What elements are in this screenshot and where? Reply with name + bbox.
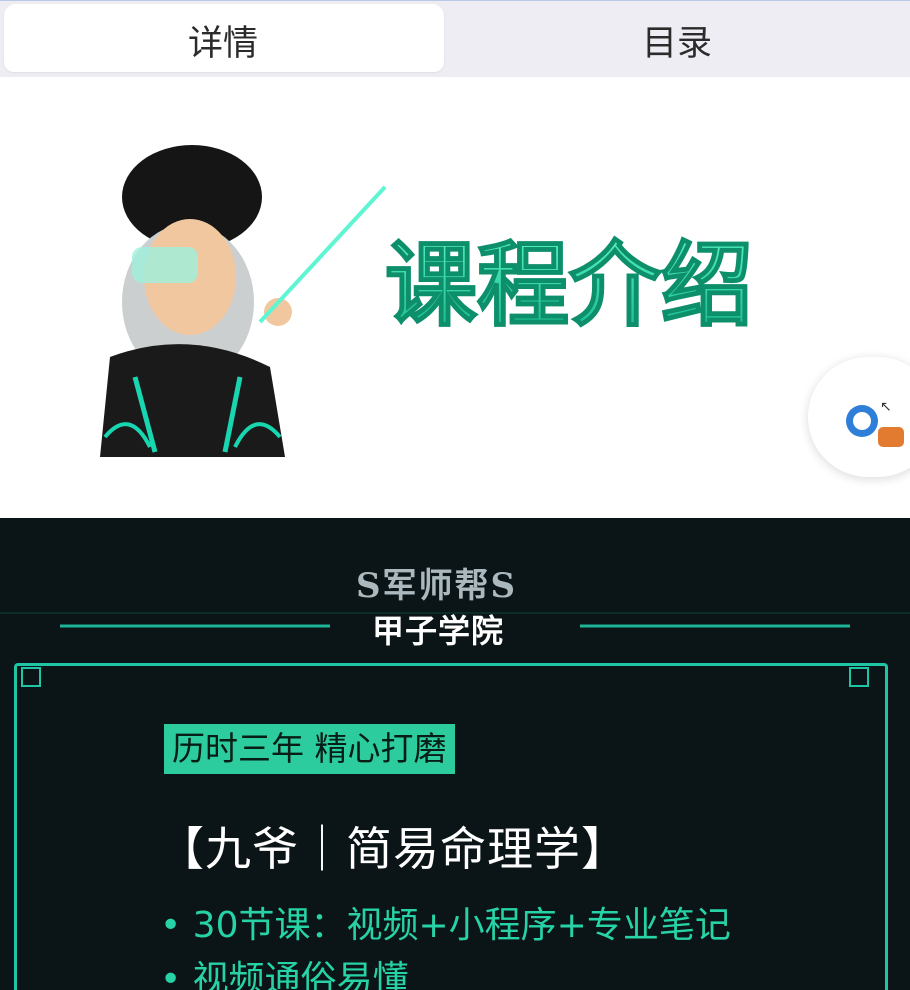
course-title: 【九爷｜简易命理学】 — [158, 822, 628, 876]
tab-catalog-label[interactable]: 目录 — [642, 15, 712, 66]
mascot-character — [100, 145, 387, 457]
feature-bullet: • 视频通俗易懂 — [160, 959, 409, 990]
tab-bar: 详情 目录 — [0, 0, 910, 77]
support-avatar-icon: ↖ — [846, 399, 904, 447]
tagline-badge: 历时三年 精心打磨 — [164, 724, 455, 774]
brand-logo: S军师帮S — [356, 566, 518, 606]
feature-bullet: • 30节课：视频+小程序+专业笔记 — [160, 905, 731, 946]
course-intro-banner: 课程介绍 ↖ — [0, 77, 910, 517]
tab-details-label[interactable]: 详情 — [188, 15, 258, 66]
brand-name: 甲子学院 — [372, 612, 505, 650]
course-description-section: S军师帮S 甲子学院 历时三年 精心打磨 【九爷｜简易命理学】 • 30节课：视… — [0, 518, 910, 990]
svg-text:↖: ↖ — [880, 399, 892, 415]
course-intro-title: 课程介绍 — [385, 232, 753, 339]
course-intro-illustration: 课程介绍 — [100, 145, 754, 457]
